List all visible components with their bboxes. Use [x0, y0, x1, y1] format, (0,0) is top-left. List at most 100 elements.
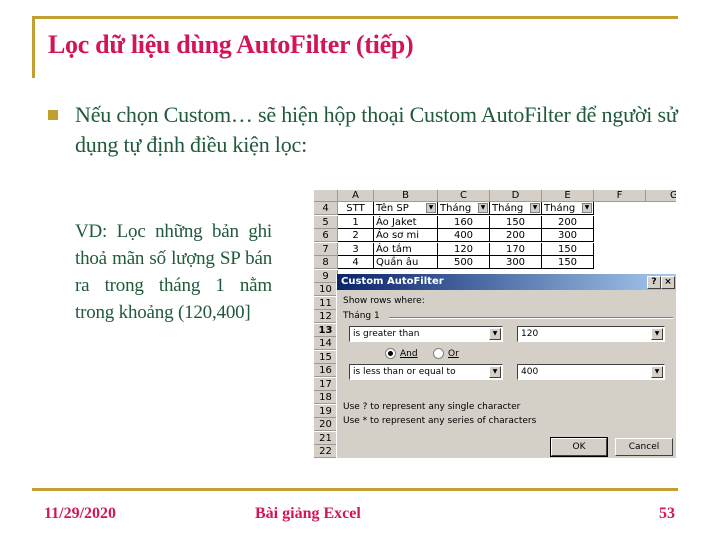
slide-title: Lọc dữ liệu dùng AutoFilter (tiếp): [48, 30, 414, 59]
group-separator: [389, 317, 673, 319]
table-cell[interactable]: 150: [542, 256, 594, 269]
table-cell[interactable]: 2: [338, 229, 374, 242]
table-cell[interactable]: Áo tắm: [374, 242, 438, 256]
help-icon[interactable]: ?: [647, 276, 661, 289]
operator1-value: is greater than: [353, 329, 420, 339]
chevron-down-icon[interactable]: ▼: [651, 366, 663, 378]
filter-dropdown-icon[interactable]: ▼: [530, 203, 540, 213]
title-frame-left-line: [32, 16, 35, 78]
show-rows-label: Show rows where:: [343, 296, 425, 306]
row-header[interactable]: 9: [314, 269, 338, 283]
column-header[interactable]: C: [438, 190, 490, 202]
cell-header-month3[interactable]: Tháng ▼: [542, 202, 594, 215]
title-frame-top-line: [32, 16, 678, 19]
row-header[interactable]: 18: [314, 391, 338, 404]
radio-unselected-icon: [433, 348, 444, 359]
page-number: 53: [659, 505, 675, 522]
hint-single-char: Use ? to represent any single character: [343, 402, 521, 412]
header-text: Tên SP: [376, 203, 409, 214]
row-header[interactable]: 6: [314, 229, 338, 242]
cancel-button[interactable]: Cancel: [615, 438, 673, 456]
table-cell[interactable]: 200: [490, 229, 542, 242]
value1-text: 120: [521, 329, 539, 339]
example-text: VD: Lọc những bản ghi thoả mãn số lượng …: [75, 221, 272, 323]
or-label: Or: [448, 349, 459, 359]
column-header[interactable]: G: [646, 190, 676, 202]
table-cell[interactable]: 4: [338, 256, 374, 269]
footer-date: 11/29/2020: [44, 505, 117, 522]
table-cell[interactable]: 120: [438, 242, 490, 256]
row-header[interactable]: 22: [314, 445, 338, 458]
row-header[interactable]: 21: [314, 431, 338, 445]
table-cell[interactable]: 200: [542, 215, 594, 229]
header-text: Tháng: [492, 203, 524, 214]
row-header[interactable]: 4: [314, 202, 338, 215]
column-header[interactable]: F: [594, 190, 646, 202]
dialog-title-bar[interactable]: Custom AutoFilter: [337, 274, 676, 290]
hint-series-chars: Use * to represent any series of charact…: [343, 416, 537, 426]
operator2-select[interactable]: is less than or equal to ▼: [349, 364, 503, 380]
row-header[interactable]: 10: [314, 283, 338, 296]
row-header[interactable]: 19: [314, 404, 338, 418]
table-cell[interactable]: 150: [542, 242, 594, 256]
table-cell[interactable]: 150: [490, 215, 542, 229]
value2-combo[interactable]: 400 ▼: [517, 364, 665, 380]
dialog-title: Custom AutoFilter: [341, 276, 444, 287]
table-cell[interactable]: Áo Jaket: [374, 215, 438, 229]
row-header[interactable]: 12: [314, 310, 338, 323]
or-radio[interactable]: Or: [433, 348, 459, 359]
table-cell[interactable]: 170: [490, 242, 542, 256]
column-header[interactable]: B: [374, 190, 438, 202]
field-label: Tháng 1: [343, 311, 380, 321]
footer-title: Bài giảng Excel: [255, 505, 361, 522]
table-cell[interactable]: 300: [490, 256, 542, 269]
row-header[interactable]: 7: [314, 242, 338, 256]
chevron-down-icon[interactable]: ▼: [489, 328, 501, 340]
square-bullet-icon: [48, 110, 58, 120]
filter-dropdown-icon[interactable]: ▼: [582, 203, 592, 213]
close-icon[interactable]: ×: [661, 276, 675, 289]
table-cell[interactable]: 3: [338, 242, 374, 256]
table-cell[interactable]: Quần âu: [374, 256, 438, 269]
table-cell[interactable]: 160: [438, 215, 490, 229]
row-header[interactable]: 13: [314, 323, 338, 337]
table-cell[interactable]: 1: [338, 215, 374, 229]
row-header[interactable]: 14: [314, 337, 338, 350]
value1-combo[interactable]: 120 ▼: [517, 326, 665, 342]
table-cell[interactable]: 400: [438, 229, 490, 242]
cell-header-stt[interactable]: STT: [338, 202, 374, 215]
filter-dropdown-icon[interactable]: ▼: [426, 203, 436, 213]
table-cell[interactable]: Áo sơ mi: [374, 229, 438, 242]
table-cell[interactable]: 500: [438, 256, 490, 269]
filter-dropdown-icon[interactable]: ▼: [478, 203, 488, 213]
row-header[interactable]: 11: [314, 296, 338, 310]
chevron-down-icon[interactable]: ▼: [651, 328, 663, 340]
header-text: Tháng: [544, 203, 576, 214]
operator1-select[interactable]: is greater than ▼: [349, 326, 503, 342]
row-header[interactable]: 15: [314, 350, 338, 364]
column-header[interactable]: D: [490, 190, 542, 202]
cell-header-month2[interactable]: Tháng ▼: [490, 202, 542, 215]
and-label: And: [400, 349, 418, 359]
corner-header: [314, 190, 338, 202]
bullet-text: Nếu chọn Custom… sẽ hiện hộp thoại Custo…: [75, 102, 678, 157]
radio-selected-icon: [385, 348, 396, 359]
column-header[interactable]: A: [338, 190, 374, 202]
cell-header-month1[interactable]: Tháng ▼: [438, 202, 490, 215]
row-header[interactable]: 20: [314, 418, 338, 431]
row-header[interactable]: 8: [314, 256, 338, 269]
row-header[interactable]: 16: [314, 364, 338, 377]
header-text: Tháng: [440, 203, 472, 214]
value2-text: 400: [521, 367, 539, 377]
custom-autofilter-dialog: Custom AutoFilter ? × Show rows where: T…: [336, 274, 676, 458]
ok-button[interactable]: OK: [550, 437, 608, 457]
row-header[interactable]: 5: [314, 215, 338, 229]
table-cell[interactable]: 300: [542, 229, 594, 242]
excel-screenshot: A B C D E F G 4 5 6 7 8 9 10 11 12 13 14 15 16 17 18 19…: [314, 190, 676, 458]
and-radio[interactable]: And: [385, 348, 418, 359]
chevron-down-icon[interactable]: ▼: [489, 366, 501, 378]
row-header[interactable]: 17: [314, 377, 338, 391]
footer-line: [32, 488, 678, 491]
column-header[interactable]: E: [542, 190, 594, 202]
cell-header-name[interactable]: Tên SP ▼: [374, 202, 438, 215]
